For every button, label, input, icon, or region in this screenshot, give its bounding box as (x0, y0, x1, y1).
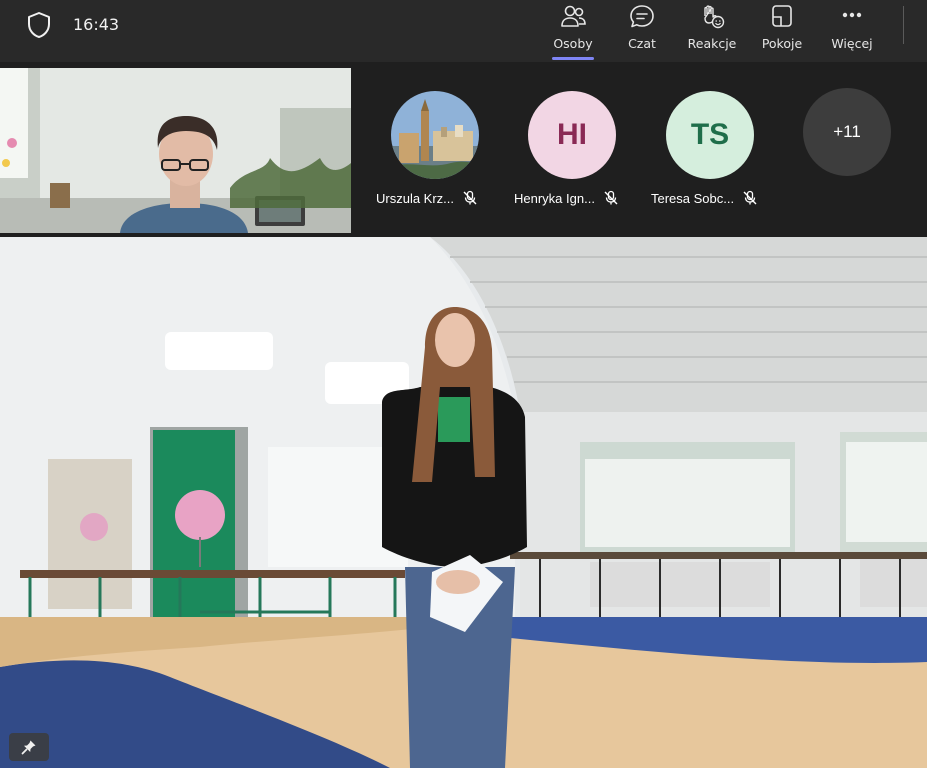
mic-off-icon (463, 190, 477, 205)
speaker-video-feed (0, 237, 927, 768)
chat-button[interactable]: Czat (626, 0, 658, 62)
more-participants-button[interactable]: +11 (803, 88, 891, 176)
pin-icon (21, 740, 36, 755)
raise-hand-icon (704, 5, 725, 29)
shield-icon[interactable] (26, 11, 52, 39)
chat-icon (630, 5, 654, 28)
chat-label: Czat (628, 36, 656, 51)
participant-avatar-initials[interactable]: TS (666, 91, 754, 179)
rooms-label: Pokoje (761, 36, 803, 51)
reactions-button[interactable]: Reakcje (688, 0, 736, 62)
pin-button[interactable] (9, 733, 49, 761)
mic-off-icon (743, 190, 757, 205)
main-video-stage (0, 237, 927, 768)
people-icon (561, 5, 586, 27)
participant-name-2: Henryka Ign... (514, 190, 619, 206)
active-tab-indicator (552, 57, 594, 60)
more-button[interactable]: Więcej (830, 0, 874, 62)
self-video-feed (0, 68, 351, 233)
people-button[interactable]: Osoby (552, 0, 594, 62)
meeting-timer: 16:43 (73, 15, 120, 34)
participant-avatar-photo[interactable] (391, 91, 479, 179)
mic-off-icon (604, 190, 618, 205)
participant-avatar-initials[interactable]: HI (528, 91, 616, 179)
participant-name-3: Teresa Sobc... (651, 190, 758, 206)
people-label: Osoby (553, 36, 593, 51)
reactions-label: Reakcje (687, 36, 737, 51)
participant-name-text: Henryka Ign... (514, 190, 595, 206)
participant-name-text: Urszula Krz... (376, 190, 455, 206)
more-label: Więcej (831, 36, 873, 51)
self-video-tile[interactable] (0, 68, 351, 233)
meeting-toolbar: 16:43 Osoby Czat Reakcje Pokoje Więcej (0, 0, 927, 62)
toolbar-divider (903, 6, 904, 44)
participant-name-1: Urszula Krz... (376, 190, 478, 206)
breakout-rooms-icon (772, 5, 792, 27)
participant-name-text: Teresa Sobc... (651, 190, 735, 206)
rooms-button[interactable]: Pokoje (760, 0, 804, 62)
more-icon (842, 12, 862, 18)
avatar-photo (391, 91, 479, 179)
participant-strip: Urszula Krz... HI Henryka Ign... TS Tere… (0, 62, 927, 237)
